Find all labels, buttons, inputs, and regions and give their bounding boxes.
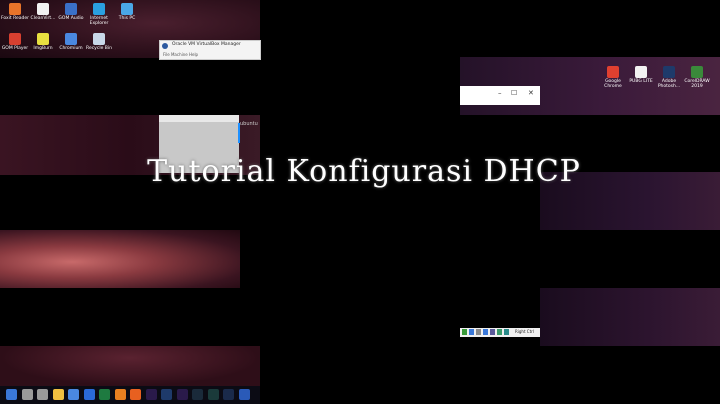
recycle-bin-shortcut[interactable]: Recycle Bin [82, 33, 116, 51]
lightroom-icon[interactable] [223, 389, 234, 400]
network-icon [462, 329, 467, 335]
foxit-icon [9, 3, 21, 15]
file-explorer-icon[interactable] [52, 389, 64, 400]
gom-player-icon [9, 33, 21, 45]
word-icon[interactable] [238, 389, 250, 400]
photoshop-icon [663, 66, 675, 78]
vlc-icon[interactable] [114, 389, 126, 400]
coreldraw-icon [691, 66, 703, 78]
wallpaper-bottom-left [0, 346, 260, 386]
gom-audio-icon [65, 3, 77, 15]
display-icon [483, 329, 488, 335]
close-button[interactable]: ✕ [528, 89, 534, 97]
media-encoder-icon[interactable] [192, 389, 203, 400]
chromium-icon [65, 33, 77, 45]
search-icon[interactable] [21, 389, 33, 400]
mouse-integration-icon [504, 329, 509, 335]
shortcut-label: Recycle Bin [86, 46, 112, 51]
recycle-bin-icon [93, 33, 105, 45]
imgburn-icon [37, 33, 49, 45]
after-effects-icon[interactable] [176, 389, 188, 400]
minimize-button[interactable]: – [498, 89, 502, 97]
video-title: Tutorial Konfigurasi DHCP [147, 154, 581, 189]
excel-icon[interactable] [99, 389, 110, 400]
shortcut-label: This PC [118, 16, 136, 21]
this-pc-shortcut[interactable]: This PC [110, 3, 144, 21]
shared-folder-icon [476, 329, 481, 335]
virtualbox-window[interactable]: Oracle VM VirtualBox Manager File Machin… [159, 40, 261, 60]
store-icon[interactable] [68, 389, 79, 400]
wallpaper-lower-left [0, 230, 240, 288]
ie-icon [93, 3, 105, 15]
recording-icon [490, 329, 495, 335]
vm-name-label: ubuntu [240, 121, 258, 127]
cpu-icon [497, 329, 502, 335]
vm-status-bar: Right Ctrl [460, 328, 540, 337]
virtualbox-title: Oracle VM VirtualBox Manager [172, 42, 241, 47]
start-icon[interactable] [6, 389, 17, 400]
maximize-button[interactable]: ☐ [511, 89, 517, 97]
firefox-icon[interactable] [130, 389, 141, 400]
task-view-icon[interactable] [37, 389, 48, 400]
virtualbox-menu[interactable]: File Machine Help [163, 52, 198, 57]
host-key-label: Right Ctrl [515, 329, 534, 334]
mail-icon[interactable] [83, 389, 95, 400]
audition-icon[interactable] [207, 389, 219, 400]
pubg-icon [635, 66, 647, 78]
coreldraw-shortcut[interactable]: CorelDRAW 2019 [680, 66, 714, 89]
taskbar [0, 386, 260, 404]
shortcut-label: CorelDRAW 2019 [684, 79, 710, 89]
vm-pane-toolbar [159, 115, 239, 122]
cleaner-icon [37, 3, 49, 15]
premiere-icon[interactable] [145, 389, 157, 400]
virtualbox-icon [162, 43, 168, 49]
wallpaper-lower-right [540, 288, 720, 346]
window-titlebar[interactable]: – ☐ ✕ [460, 86, 540, 105]
chrome-icon [607, 66, 619, 78]
usb-icon [469, 329, 474, 335]
this-pc-icon [121, 3, 133, 15]
photoshop-taskbar-icon[interactable] [161, 389, 172, 400]
